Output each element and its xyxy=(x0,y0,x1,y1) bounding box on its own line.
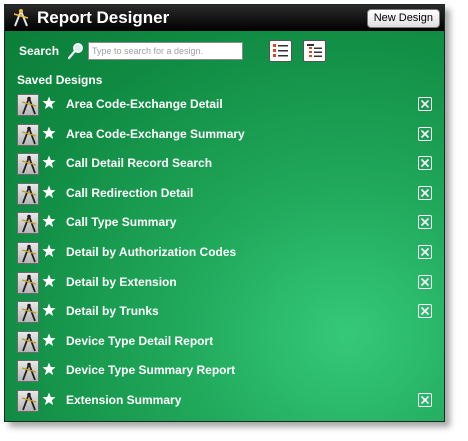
list-view-button[interactable] xyxy=(269,40,292,62)
close-icon xyxy=(420,159,430,168)
saved-designs-heading: Saved Designs xyxy=(17,73,103,87)
report-designer-panel: Report Designer New Design Search Type t… xyxy=(4,4,445,422)
delete-design-button[interactable] xyxy=(418,304,432,319)
report-design-icon xyxy=(17,212,39,235)
design-name[interactable]: Call Type Summary xyxy=(66,215,176,229)
design-name[interactable]: Area Code-Exchange Summary xyxy=(66,127,245,141)
design-name[interactable]: Detail by Authorization Codes xyxy=(66,245,236,259)
design-row[interactable]: Call Redirection Detail xyxy=(5,180,444,209)
delete-design-button[interactable] xyxy=(418,215,432,230)
delete-design-button[interactable] xyxy=(418,274,432,289)
design-row[interactable]: Call Detail Record Search xyxy=(5,150,444,179)
design-row[interactable]: Device Type Summary Report xyxy=(5,357,444,386)
favorite-star-icon[interactable] xyxy=(42,362,56,376)
design-name[interactable]: Device Type Detail Report xyxy=(66,334,213,348)
design-row[interactable]: Extension Summary xyxy=(5,387,444,416)
favorite-star-icon[interactable] xyxy=(42,214,56,228)
search-icon xyxy=(67,42,85,60)
design-name[interactable]: Call Detail Record Search xyxy=(66,156,212,170)
close-icon xyxy=(420,247,430,257)
search-label: Search xyxy=(19,44,60,58)
delete-design-button[interactable] xyxy=(418,185,432,200)
design-name[interactable]: Detail by Extension xyxy=(66,275,177,289)
close-icon xyxy=(420,307,430,316)
favorite-star-icon[interactable] xyxy=(42,185,56,199)
delete-design-button[interactable] xyxy=(418,97,432,111)
report-design-icon xyxy=(17,360,39,383)
search-input[interactable] xyxy=(88,42,243,60)
compass-icon xyxy=(11,8,31,28)
design-name[interactable]: Call Redirection Detail xyxy=(66,186,193,200)
detail-view-icon xyxy=(307,44,322,57)
close-icon xyxy=(420,99,430,109)
design-row[interactable]: Device Type Detail Report xyxy=(5,328,444,357)
favorite-star-icon[interactable] xyxy=(42,274,56,288)
favorite-star-icon[interactable] xyxy=(42,126,56,140)
report-design-icon xyxy=(17,330,39,353)
favorite-star-icon[interactable] xyxy=(42,303,56,317)
design-name[interactable]: Device Type Summary Report xyxy=(66,363,235,377)
favorite-star-icon[interactable] xyxy=(42,96,56,110)
report-design-icon xyxy=(17,94,39,116)
design-row[interactable]: Detail by Trunks xyxy=(5,298,444,327)
designer-body: Search Type to search for a design. Save… xyxy=(5,31,444,421)
delete-design-button[interactable] xyxy=(418,126,432,141)
close-icon xyxy=(420,188,430,197)
design-name[interactable]: Detail by Trunks xyxy=(66,304,159,318)
list-view-icon xyxy=(273,44,288,57)
report-design-icon xyxy=(17,242,39,264)
window-title: Report Designer xyxy=(37,8,170,27)
delete-design-button[interactable] xyxy=(418,393,432,407)
report-design-icon xyxy=(17,301,39,324)
close-icon xyxy=(420,277,430,286)
favorite-star-icon[interactable] xyxy=(42,333,56,347)
favorite-star-icon[interactable] xyxy=(42,392,56,406)
new-design-button[interactable]: New Design xyxy=(366,9,440,28)
close-icon xyxy=(420,218,430,227)
close-icon xyxy=(420,129,430,138)
delete-design-button[interactable] xyxy=(418,245,432,259)
design-row[interactable]: Area Code-Exchange Detail xyxy=(5,91,444,120)
detail-view-button[interactable] xyxy=(303,40,326,62)
design-row[interactable]: Area Code-Exchange Summary xyxy=(5,121,444,150)
design-row[interactable]: Detail by Authorization Codes xyxy=(5,239,444,268)
design-row[interactable]: Detail by Extension xyxy=(5,269,444,298)
design-name[interactable]: Extension Summary xyxy=(66,393,181,407)
favorite-star-icon[interactable] xyxy=(42,155,56,169)
report-design-icon xyxy=(17,271,39,294)
design-row[interactable]: Call Type Summary xyxy=(5,209,444,238)
title-bar: Report Designer New Design xyxy=(5,5,444,31)
report-design-icon xyxy=(17,153,39,176)
favorite-star-icon[interactable] xyxy=(42,244,56,258)
close-icon xyxy=(420,395,430,405)
report-design-icon xyxy=(17,182,39,205)
delete-design-button[interactable] xyxy=(418,156,432,171)
report-design-icon xyxy=(17,390,39,412)
design-name[interactable]: Area Code-Exchange Detail xyxy=(66,97,223,111)
report-design-icon xyxy=(17,123,39,146)
